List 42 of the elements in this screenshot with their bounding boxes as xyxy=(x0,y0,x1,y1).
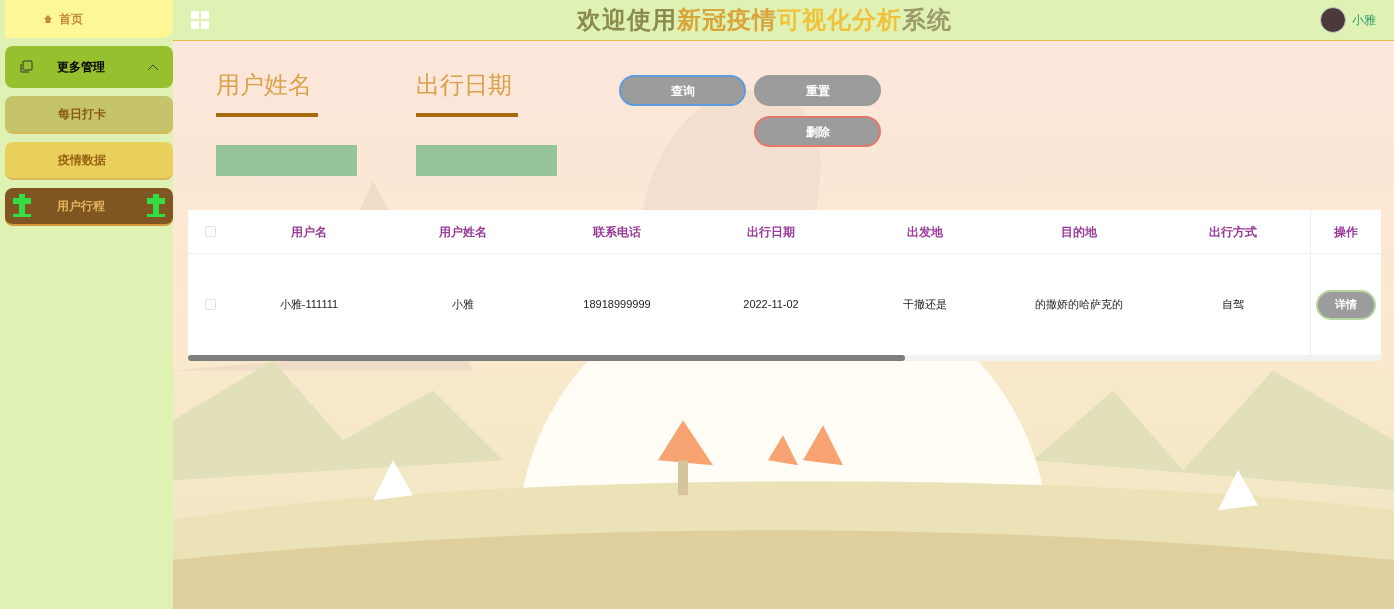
grid-icon[interactable] xyxy=(191,11,209,29)
table-cell-text: 2022-11-02 xyxy=(742,297,800,313)
column-header: 目的地 xyxy=(1060,223,1098,241)
chevron-up-icon xyxy=(147,63,159,71)
column-header: 出行日期 xyxy=(746,223,796,241)
signpost-icon xyxy=(11,192,33,220)
sidebar-item[interactable]: 用户行程 xyxy=(5,188,173,226)
field-label: 出行日期 xyxy=(416,67,518,117)
column-header: 操作 xyxy=(1310,210,1381,253)
select-all-checkbox[interactable] xyxy=(204,226,216,237)
detail-button[interactable]: 详情 xyxy=(1316,289,1376,320)
home-icon xyxy=(43,14,53,24)
table-cell-text: 18918999999 xyxy=(582,297,652,313)
signpost-icon xyxy=(145,192,167,220)
menu-label: 更多管理 xyxy=(57,59,106,76)
menu-group[interactable]: 更多管理 xyxy=(5,46,173,88)
column-header: 用户名 xyxy=(290,223,328,241)
user-avatar[interactable] xyxy=(1320,7,1346,33)
page-title: 欢迎使用新冠疫情可视化分析系统 xyxy=(575,5,953,35)
reset-button[interactable]: 重置 xyxy=(754,75,881,106)
column-header: 出发地 xyxy=(906,223,944,241)
copy-icon xyxy=(19,60,33,74)
submenu-item[interactable]: 疫情数据 xyxy=(5,142,173,180)
row-checkbox[interactable] xyxy=(204,299,216,310)
column-header: 联系电话 xyxy=(591,223,642,241)
table-cell-text: 自驾 xyxy=(1221,297,1245,313)
input-field[interactable] xyxy=(216,145,357,176)
menu-label: 用户行程 xyxy=(57,198,106,215)
column-header: 用户姓名 xyxy=(438,223,488,241)
field-label: 用户姓名 xyxy=(216,67,318,117)
input-field[interactable] xyxy=(416,145,557,176)
query-button[interactable]: 查询 xyxy=(619,75,746,106)
table-cell-text: 的撒娇的哈萨克的 xyxy=(1034,297,1124,313)
table-cell-text: 干撤还是 xyxy=(902,297,948,313)
delete-button[interactable]: 删除 xyxy=(754,116,881,147)
sidebar-item[interactable]: 首页 xyxy=(5,0,173,38)
table-cell-text: 小雅 xyxy=(451,297,475,313)
user-name[interactable]: 小雅 xyxy=(1352,11,1376,29)
column-header: 出行方式 xyxy=(1208,223,1258,241)
scrollbar[interactable] xyxy=(188,355,1381,361)
submenu-item[interactable]: 每日打卡 xyxy=(5,96,173,134)
table-cell-text: 小雅-111111 xyxy=(278,297,340,313)
